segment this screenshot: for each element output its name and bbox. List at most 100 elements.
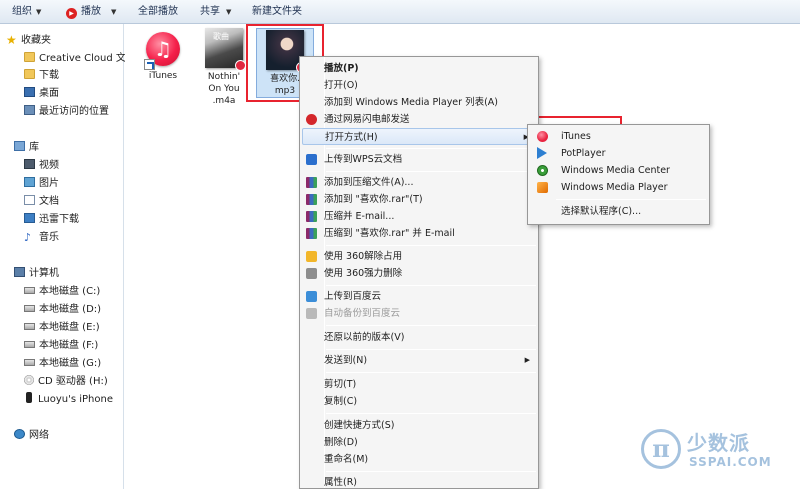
nav-label: 音乐	[39, 232, 59, 243]
chevron-down-icon: ▼	[36, 8, 42, 16]
menu-item-360-delete[interactable]: 使用 360强力删除	[302, 265, 536, 282]
menu-item-label: Windows Media Center	[561, 165, 670, 176]
play-button[interactable]: ▶ 播放 ▼	[66, 5, 116, 19]
star-icon: ★	[6, 33, 17, 47]
nav-label: 本地磁盘 (D:)	[39, 304, 102, 315]
nav-thunder-downloads[interactable]: 迅雷下载	[24, 212, 79, 228]
file-itunes[interactable]: ♫ iTunes	[137, 32, 189, 82]
menu-item-restore-versions[interactable]: 还原以前的版本(V)	[302, 329, 536, 346]
menu-separator	[326, 413, 536, 414]
open-with-itunes[interactable]: iTunes	[530, 128, 707, 145]
menu-item-rename[interactable]: 重命名(M)	[302, 451, 536, 468]
nav-documents[interactable]: 文档	[24, 194, 59, 210]
album-art-text: 歌曲	[213, 32, 229, 41]
menu-item-cut[interactable]: 剪切(T)	[302, 376, 536, 393]
drive-icon	[24, 305, 35, 312]
nav-label: CD 驱动器 (H:)	[38, 376, 108, 387]
menu-item-label: iTunes	[561, 131, 591, 142]
menu-item-upload-baidu[interactable]: 上传到百度云	[302, 288, 536, 305]
menu-item-play[interactable]: 播放(P)	[302, 60, 536, 77]
nav-label: 网络	[29, 430, 49, 441]
menu-item-compress-rar-email[interactable]: 压缩到 "喜欢你.rar" 并 E-mail	[302, 225, 536, 242]
nav-label: 图片	[39, 178, 59, 189]
new-folder-button[interactable]: 新建文件夹	[252, 5, 302, 19]
nav-libraries[interactable]: 库	[14, 140, 39, 156]
nav-label: 文档	[39, 196, 59, 207]
nav-cd-drive[interactable]: CD 驱动器 (H:)	[24, 374, 108, 390]
nav-drive-f[interactable]: 本地磁盘 (F:)	[24, 338, 98, 354]
potplayer-icon	[537, 147, 547, 159]
menu-item-label: 自动备份到百度云	[324, 308, 401, 319]
nav-network[interactable]: 网络	[14, 428, 49, 444]
open-with-wmp[interactable]: Windows Media Player	[530, 179, 707, 196]
play-all-button[interactable]: 全部播放	[138, 5, 178, 19]
itunes-icon	[537, 131, 548, 142]
document-library-icon	[24, 195, 35, 205]
drive-icon	[24, 287, 35, 294]
network-icon	[14, 429, 25, 439]
menu-separator	[326, 148, 536, 149]
baidu-cloud-icon	[306, 291, 317, 302]
nav-iphone[interactable]: Luoyu's iPhone	[24, 392, 113, 408]
wps-icon	[306, 154, 317, 165]
navigation-pane: ★ 收藏夹 Creative Cloud 文件 下载 桌面 最近访问的位置 库 视…	[0, 24, 136, 489]
nav-drive-e[interactable]: 本地磁盘 (E:)	[24, 320, 100, 336]
nav-downloads[interactable]: 下载	[24, 68, 59, 84]
netease-mail-icon	[306, 114, 317, 125]
organize-button[interactable]: 组织 ▼	[12, 5, 41, 19]
menu-item-open[interactable]: 打开(O)	[302, 77, 536, 94]
nav-favorites[interactable]: ★ 收藏夹	[6, 33, 51, 49]
menu-item-360-unlock[interactable]: 使用 360解除占用	[302, 248, 536, 265]
cd-drive-icon	[24, 375, 34, 385]
menu-item-delete[interactable]: 删除(D)	[302, 434, 536, 451]
menu-item-add-to-wmp-list[interactable]: 添加到 Windows Media Player 列表(A)	[302, 94, 536, 111]
menu-item-label: 打开方式(H)	[325, 132, 378, 143]
winrar-icon	[306, 228, 317, 239]
nav-pictures[interactable]: 图片	[24, 176, 59, 192]
menu-item-label: 发送到(N)	[324, 355, 368, 366]
nav-creative-cloud[interactable]: Creative Cloud 文件	[24, 51, 136, 67]
nav-drive-c[interactable]: 本地磁盘 (C:)	[24, 284, 100, 300]
menu-item-label: 创建快捷方式(S)	[324, 420, 395, 431]
nav-music[interactable]: ♪ 音乐	[24, 230, 59, 246]
recent-places-icon	[24, 105, 35, 115]
menu-item-send-via-netease[interactable]: 通过网易闪电邮发送	[302, 111, 536, 128]
open-with-potplayer[interactable]: PotPlayer	[530, 145, 707, 162]
wmc-icon	[537, 165, 548, 176]
menu-item-label: 添加到 Windows Media Player 列表(A)	[324, 97, 498, 108]
nav-label: 本地磁盘 (F:)	[39, 340, 99, 351]
menu-item-send-to[interactable]: 发送到(N) ▶	[302, 352, 536, 369]
open-with-choose-default[interactable]: 选择默认程序(C)...	[530, 203, 707, 220]
menu-item-label: 压缩到 "喜欢你.rar" 并 E-mail	[324, 228, 455, 239]
nav-desktop[interactable]: 桌面	[24, 86, 59, 102]
nav-drive-g[interactable]: 本地磁盘 (G:)	[24, 356, 101, 372]
menu-item-copy[interactable]: 复制(C)	[302, 393, 536, 410]
submenu-arrow-icon: ▶	[524, 356, 530, 364]
menu-item-open-with[interactable]: 打开方式(H)▶	[302, 128, 536, 145]
nav-videos[interactable]: 视频	[24, 158, 59, 174]
watermark-url: SSPAI.COM	[689, 455, 772, 469]
menu-item-compress-email[interactable]: 压缩并 E-mail...	[302, 208, 536, 225]
nav-recent-places[interactable]: 最近访问的位置	[24, 104, 109, 120]
desktop-icon	[24, 87, 35, 97]
menu-separator	[326, 372, 536, 373]
menu-item-add-to-rar[interactable]: 添加到 "喜欢你.rar"(T)	[302, 191, 536, 208]
menu-item-label: 属性(R)	[324, 477, 358, 488]
nav-computer[interactable]: 计算机	[14, 266, 59, 282]
nav-label: 桌面	[39, 88, 59, 99]
menu-item-add-to-archive[interactable]: 添加到压缩文件(A)...	[302, 174, 536, 191]
organize-label: 组织	[12, 6, 32, 17]
open-with-wmc[interactable]: Windows Media Center	[530, 162, 707, 179]
nav-drive-d[interactable]: 本地磁盘 (D:)	[24, 302, 101, 318]
nav-label: 下载	[39, 70, 59, 81]
file-nothin-on-you[interactable]: 歌曲 Nothin' On You .m4a	[197, 28, 251, 107]
menu-item-create-shortcut[interactable]: 创建快捷方式(S)	[302, 417, 536, 434]
menu-item-properties[interactable]: 属性(R)	[302, 474, 536, 489]
menu-item-label: 压缩并 E-mail...	[324, 211, 395, 222]
watermark-text: 少数派	[687, 431, 750, 455]
share-button[interactable]: 共享 ▼	[200, 5, 231, 19]
open-with-submenu: iTunes PotPlayer Windows Media Center Wi…	[527, 124, 710, 225]
menu-item-upload-wps[interactable]: 上传到WPS云文档	[302, 151, 536, 168]
play-label: 播放	[81, 6, 101, 17]
nav-label: 本地磁盘 (C:)	[39, 286, 101, 297]
